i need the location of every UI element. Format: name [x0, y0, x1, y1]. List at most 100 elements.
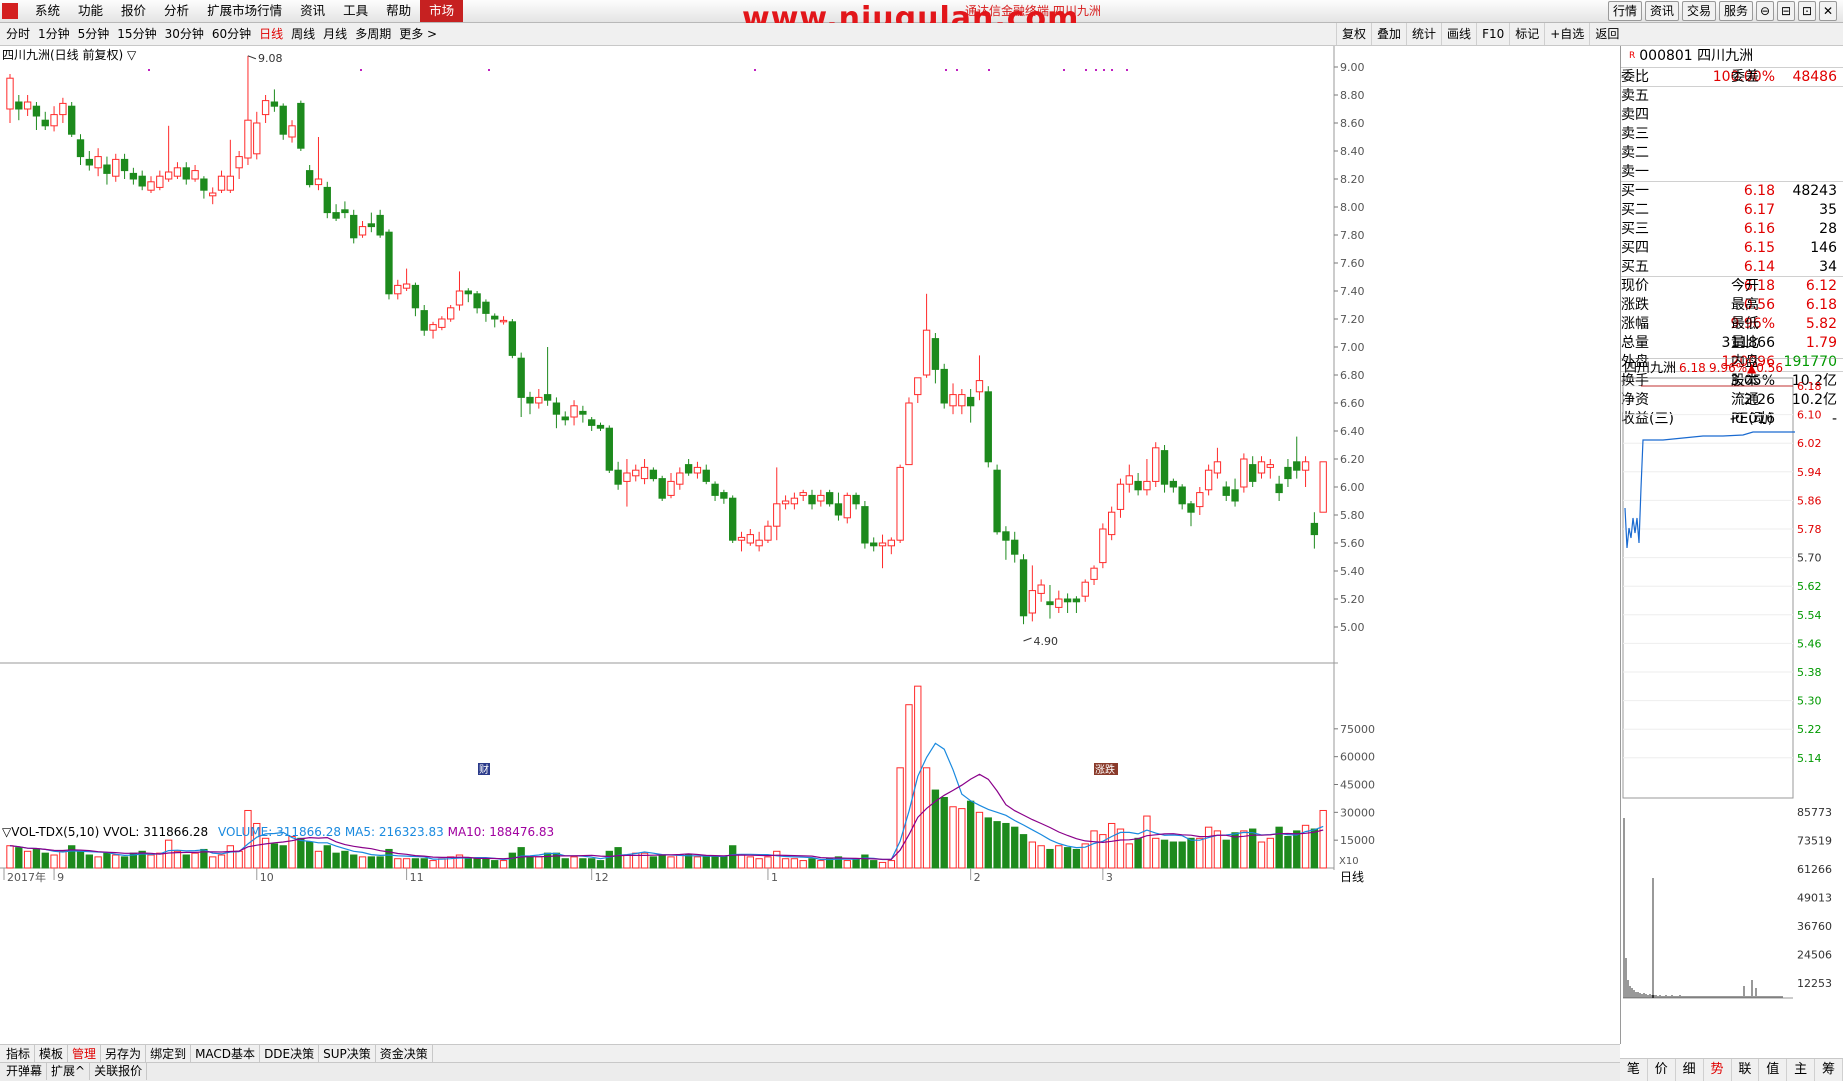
tool-button-item-3[interactable]: 画线	[1441, 23, 1476, 45]
right-tab-item-4[interactable]: 联	[1732, 1059, 1760, 1081]
menu-item-0[interactable]: 系统	[26, 0, 69, 22]
right-tab-item-1[interactable]: 价	[1648, 1059, 1676, 1081]
menu-item-7[interactable]: 帮助	[377, 0, 420, 22]
bottom-tab-item-1[interactable]: 扩展^	[47, 1063, 91, 1080]
restore-icon[interactable]: ⊡	[1798, 1, 1816, 21]
stock-header: R 000801 四川九洲	[1621, 46, 1843, 68]
indicator-tab-item-7[interactable]: SUP决策	[319, 1045, 376, 1063]
volume-bar	[781, 858, 790, 869]
period-tab-item-8[interactable]: 月线	[319, 23, 351, 45]
menu-item-1[interactable]: 功能	[69, 0, 112, 22]
close-icon[interactable]: ✕	[1819, 1, 1837, 21]
volume-bar	[684, 854, 693, 869]
right-tab-item-5[interactable]: 值	[1759, 1059, 1788, 1081]
right-tab-item-6[interactable]: 主	[1787, 1059, 1816, 1081]
indicator-tab-item-1[interactable]: 模板	[35, 1045, 69, 1063]
indicator-tab-item-5[interactable]: MACD基本	[191, 1045, 261, 1063]
period-tabs: 分时 1分钟 5分钟 15分钟 30分钟 60分钟 日线 周线 月线 多周期 更多 >	[2, 23, 441, 45]
tool-button-item-5[interactable]: 标记	[1509, 23, 1544, 45]
period-tab-item-1[interactable]: 1分钟	[34, 23, 74, 45]
menu-item-6[interactable]: 工具	[334, 0, 377, 22]
candle-body	[640, 466, 649, 480]
menu-item-5[interactable]: 资讯	[291, 0, 334, 22]
minimize-icon[interactable]: ⊟	[1777, 1, 1795, 21]
volume-bar	[808, 858, 816, 869]
candle-body	[1213, 461, 1222, 474]
period-tab-item-10[interactable]: 更多 >	[395, 23, 441, 45]
top-button-item-1[interactable]: 资讯	[1644, 1, 1679, 21]
candle-body	[975, 380, 984, 393]
mini-price-label: 5.46	[1797, 637, 1822, 650]
ma5-line	[9, 742, 1324, 861]
right-tab-item-3[interactable]: 势	[1704, 1059, 1732, 1081]
tool-button-item-0[interactable]: 复权	[1336, 23, 1371, 45]
price-tick-label: 8.20	[1340, 173, 1365, 186]
buy-price: 6.16	[1743, 221, 1775, 237]
candle-body	[552, 402, 561, 415]
tool-button-item-1[interactable]: 叠加	[1371, 23, 1406, 45]
vol-ma5: MA5: 216323.83	[344, 825, 444, 839]
bottom-tab-item-0[interactable]: 开弹幕	[2, 1063, 48, 1080]
indicator-tab-item-8[interactable]: 资金决策	[376, 1045, 433, 1063]
candle-body	[667, 480, 675, 496]
buy-row[interactable]: 买五 6.14 34	[1621, 258, 1843, 276]
mini-price: 6.18	[1679, 361, 1706, 375]
right-tab-item-2[interactable]: 细	[1676, 1059, 1704, 1081]
menu-item-2[interactable]: 报价	[112, 0, 155, 22]
help-icon[interactable]: ⊖	[1756, 1, 1774, 21]
kline-chart[interactable]: 9.00 8.80 8.60 8.40 8.20 8.00 7.80 7.60 7.40 7.20…	[0, 46, 1620, 1044]
right-tab-item-0[interactable]: 笔	[1620, 1059, 1648, 1081]
indicator-tab-item-2[interactable]: 管理	[68, 1045, 102, 1063]
buy-row[interactable]: 买三 6.16 28	[1621, 220, 1843, 238]
period-tab-item-6[interactable]: 日线	[255, 23, 287, 45]
indicator-tab-item-6[interactable]: DDE决策	[260, 1045, 320, 1063]
buy-row[interactable]: 买一 6.18 48243	[1621, 182, 1843, 200]
indicator-tab-list: 指标 模板 管理 另存为 绑定到 MACD基本 DDE决策 SUP决策 资金决策	[2, 1045, 433, 1063]
period-tab-item-7[interactable]: 周线	[287, 23, 319, 45]
volume-bar	[1143, 815, 1151, 869]
period-tab-item-9[interactable]: 多周期	[351, 23, 395, 45]
menu-item-3[interactable]: 分析	[155, 0, 198, 22]
candle-body	[1072, 598, 1081, 603]
tool-button-item-4[interactable]: F10	[1476, 23, 1509, 45]
period-tab-item-5[interactable]: 60分钟	[208, 23, 255, 45]
top-button-item-3[interactable]: 服务	[1718, 1, 1753, 21]
indicator-tab-item-4[interactable]: 绑定到	[146, 1045, 192, 1063]
buy-row[interactable]: 买四 6.15 146	[1621, 239, 1843, 257]
right-tab-item-7[interactable]: 筹	[1815, 1059, 1843, 1081]
candle-body	[50, 114, 58, 127]
top-button-item-0[interactable]: 行情	[1607, 1, 1642, 21]
intraday-mini-chart[interactable]: 四川九洲 6.18 9.96% ▲0.566.186.106.025.945.865.…	[1621, 358, 1843, 1078]
menu-item-8[interactable]: 市场	[420, 0, 464, 22]
date-tick-label: 10	[260, 871, 274, 884]
menu-item-4[interactable]: 扩展市场行情	[198, 0, 291, 22]
tool-button-item-6[interactable]: +自选	[1544, 23, 1589, 45]
tool-button-item-7[interactable]: 返回	[1589, 23, 1624, 45]
bottom-tab-item-2[interactable]: 关联报价	[90, 1063, 148, 1080]
buy-row[interactable]: 买二 6.17 35	[1621, 201, 1843, 219]
price-tick-label: 6.40	[1340, 425, 1365, 438]
candle-body	[244, 119, 252, 159]
tool-button-item-2[interactable]: 统计	[1406, 23, 1441, 45]
price-tick-label: 8.40	[1340, 145, 1365, 158]
volume-bar	[764, 856, 772, 869]
volume-bar	[1072, 848, 1081, 869]
volume-bar	[270, 843, 279, 869]
intraday-price-line	[1624, 431, 1795, 549]
indicator-tab-item-3[interactable]: 另存为	[101, 1045, 147, 1063]
volume-bar	[922, 767, 931, 869]
mini-vol-label: 49013	[1797, 892, 1832, 905]
top-button-item-2[interactable]: 交易	[1681, 1, 1716, 21]
indicator-tab-item-0[interactable]: 指标	[2, 1045, 36, 1063]
candle-body	[499, 319, 508, 323]
period-tab-item-4[interactable]: 30分钟	[161, 23, 208, 45]
period-tab-item-0[interactable]: 分时	[2, 23, 34, 45]
candle-body	[455, 290, 464, 306]
volume-bar	[535, 856, 543, 869]
volume-bar	[649, 856, 658, 869]
price-tick-label: 8.60	[1340, 117, 1365, 130]
right-panel-tabs: 笔价细势联值主筹	[1620, 1058, 1843, 1081]
period-tab-item-2[interactable]: 5分钟	[74, 23, 114, 45]
period-tab-item-3[interactable]: 15分钟	[113, 23, 160, 45]
volume-bar	[499, 860, 508, 869]
